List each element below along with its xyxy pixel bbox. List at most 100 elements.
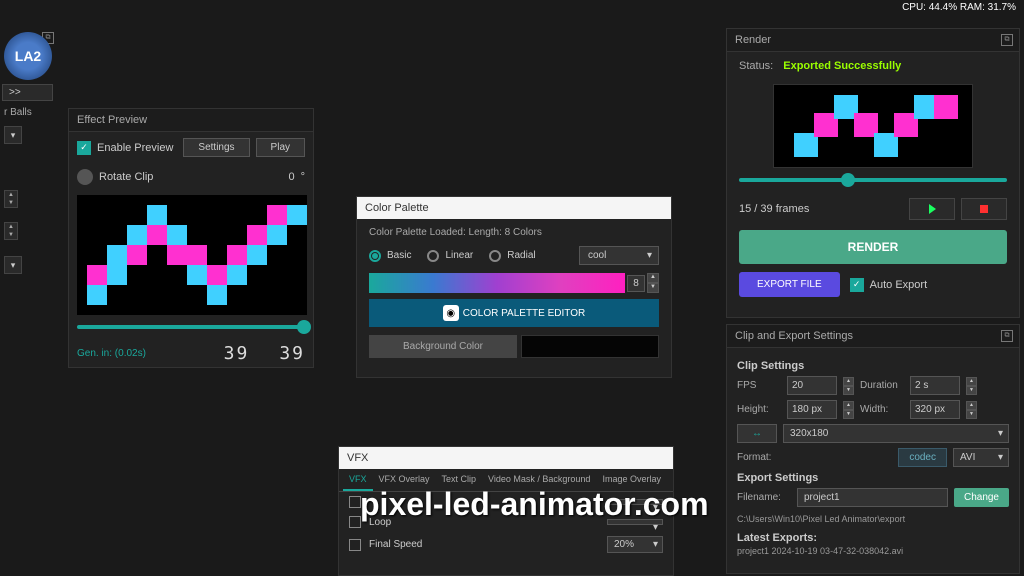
rotate-unit: ° [301, 171, 305, 183]
effect-preview-canvas [77, 195, 307, 315]
palette-icon: ◉ [443, 305, 459, 321]
preset-select[interactable]: cool [579, 246, 659, 265]
vfx-tab-textclip[interactable]: Text Clip [436, 469, 483, 491]
clip-export-panel: Clip and Export Settings⧉ Clip Settings … [726, 324, 1020, 574]
enable-preview-label: Enable Preview [97, 142, 173, 154]
size-preset-select[interactable]: 320x180 [783, 424, 1009, 443]
radial-radio[interactable] [489, 250, 501, 262]
linear-label: Linear [445, 250, 473, 261]
slider-thumb[interactable] [297, 320, 311, 334]
left-sidebar: LA2 >> r Balls ▾ ▲▼ ▲▼ ▾ [0, 28, 55, 568]
vfx-panel: VFX VFX VFX Overlay Text Clip Video Mask… [338, 446, 674, 576]
frame-counter-1: 39 [224, 343, 250, 364]
width-label: Width: [860, 404, 904, 415]
rotate-label: Rotate Clip [99, 171, 153, 183]
export-item[interactable]: project1 2024-10-19 03-47-32-038042.avi [737, 544, 1009, 558]
color-count-spinner[interactable]: ▲▼ [647, 273, 659, 293]
rotate-value: 0 [288, 171, 294, 183]
vfx-tab-imageoverlay[interactable]: Image Overlay [596, 469, 667, 491]
bg-color-swatch[interactable] [521, 335, 659, 358]
height-label: Height: [737, 404, 781, 415]
panel-title: Color Palette [357, 197, 671, 219]
swap-dimensions-button[interactable]: ↔ [737, 424, 777, 443]
vfx-checkbox[interactable] [349, 539, 361, 551]
spinner-2[interactable]: ▲▼ [4, 222, 18, 240]
popout-icon[interactable]: ⧉ [1001, 34, 1013, 46]
filename-input[interactable] [797, 488, 948, 507]
panel-title: VFX [339, 447, 673, 469]
vfx-row-label: Loop [369, 517, 391, 528]
latest-exports-heading: Latest Exports: [737, 532, 1009, 544]
system-stats: CPU: 44.4% RAM: 31.7% [894, 0, 1024, 15]
settings-button[interactable]: Settings [183, 138, 249, 157]
export-settings-heading: Export Settings [737, 472, 1009, 484]
format-select[interactable]: AVI [953, 448, 1009, 467]
panel-title: Clip and Export Settings⧉ [727, 325, 1019, 348]
render-play-button[interactable] [909, 198, 955, 220]
slider-thumb[interactable] [841, 173, 855, 187]
play-icon [929, 204, 936, 214]
vfx-checkbox[interactable] [349, 516, 361, 528]
render-slider[interactable] [739, 178, 1007, 182]
palette-editor-button[interactable]: ◉ COLOR PALETTE EDITOR [369, 299, 659, 327]
frame-counter-2: 39 [279, 343, 305, 364]
fps-label: FPS [737, 380, 781, 391]
panel-title: Render⧉ [727, 29, 1019, 52]
play-button[interactable]: Play [256, 138, 305, 157]
fps-input[interactable] [787, 376, 837, 395]
vfx-row-select[interactable] [607, 499, 663, 505]
radial-label: Radial [507, 250, 535, 261]
effect-preview-panel: Effect Preview ✓ Enable Preview Settings… [68, 108, 314, 368]
change-button[interactable]: Change [954, 488, 1009, 507]
color-count-input[interactable]: 8 [627, 275, 645, 292]
chevron-down-icon[interactable]: ▾ [4, 126, 22, 144]
width-input[interactable] [910, 400, 960, 419]
bg-color-button[interactable]: Background Color [369, 335, 517, 358]
format-label: Format: [737, 452, 787, 463]
expand-button[interactable]: >> [2, 84, 53, 101]
popout-icon[interactable]: ⧉ [1001, 330, 1013, 342]
logo-text: LA2 [15, 48, 41, 64]
duration-spinner[interactable]: ▲▼ [966, 377, 977, 395]
width-spinner[interactable]: ▲▼ [966, 401, 977, 419]
codec-button[interactable]: codec [898, 448, 947, 467]
linear-radio[interactable] [427, 250, 439, 262]
status-label: Status: [739, 60, 773, 72]
gen-time: Gen. in: (0.02s) [77, 348, 146, 359]
vfx-row-select[interactable]: 20% [607, 536, 663, 553]
palette-info: Color Palette Loaded: Length: 8 Colors [369, 227, 659, 238]
vfx-tab-vfx[interactable]: VFX [343, 469, 373, 491]
export-path: C:\Users\Win10\Pixel Led Animator\export [737, 512, 1009, 526]
preview-slider[interactable] [77, 325, 305, 329]
rotate-handle-icon[interactable] [77, 169, 93, 185]
basic-radio[interactable] [369, 250, 381, 262]
auto-export-label: Auto Export [870, 279, 927, 291]
stop-icon [980, 205, 988, 213]
duration-input[interactable] [910, 376, 960, 395]
vfx-row-select[interactable] [607, 519, 663, 525]
height-input[interactable] [787, 400, 837, 419]
color-palette-panel: Color Palette Color Palette Loaded: Leng… [356, 196, 672, 378]
panel-title: Effect Preview [69, 109, 313, 132]
status-value: Exported Successfully [783, 60, 901, 72]
gradient-bar[interactable] [369, 273, 625, 293]
vfx-tab-videomask[interactable]: Video Mask / Background [482, 469, 596, 491]
auto-export-checkbox[interactable]: ✓ [850, 278, 864, 292]
spinner-1[interactable]: ▲▼ [4, 190, 18, 208]
height-spinner[interactable]: ▲▼ [843, 401, 854, 419]
vfx-checkbox[interactable] [349, 496, 361, 508]
render-preview-canvas [773, 84, 973, 168]
fps-spinner[interactable]: ▲▼ [843, 377, 854, 395]
basic-label: Basic [387, 250, 411, 261]
frames-text: 15 / 39 frames [739, 203, 809, 215]
sidebar-nav-label: r Balls [0, 103, 55, 122]
export-file-button[interactable]: EXPORT FILE [739, 272, 840, 297]
render-button[interactable]: RENDER [739, 230, 1007, 264]
chevron-down-icon[interactable]: ▾ [4, 256, 22, 274]
duration-label: Duration [860, 380, 904, 391]
filename-label: Filename: [737, 492, 791, 503]
palette-editor-label: COLOR PALETTE EDITOR [463, 308, 585, 319]
enable-preview-checkbox[interactable]: ✓ [77, 141, 91, 155]
vfx-tab-overlay[interactable]: VFX Overlay [373, 469, 436, 491]
render-stop-button[interactable] [961, 198, 1007, 220]
